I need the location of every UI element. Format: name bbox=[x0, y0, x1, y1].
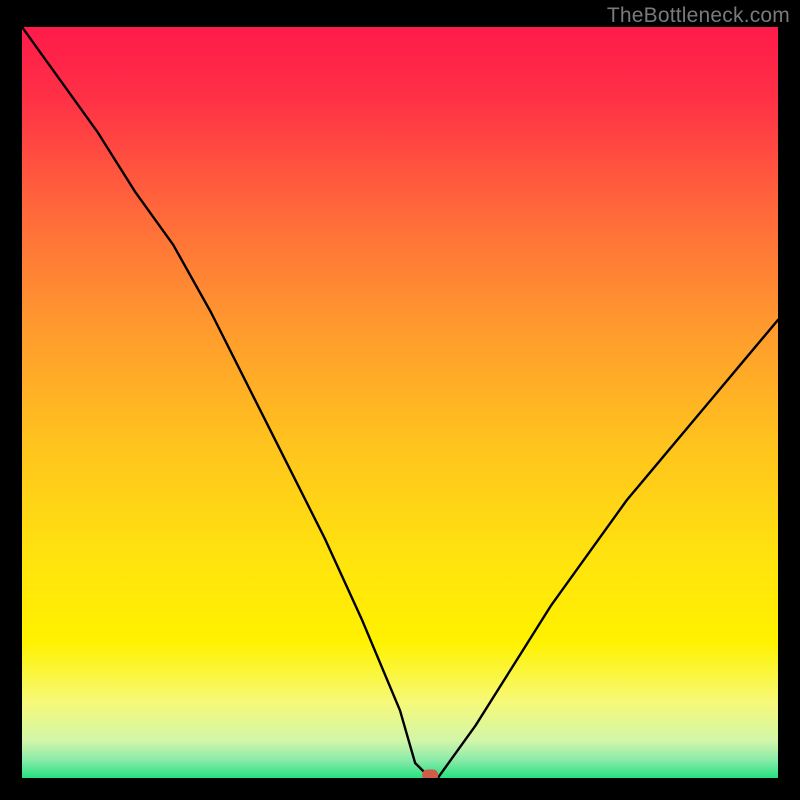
plot-area bbox=[22, 27, 778, 778]
optimum-marker bbox=[422, 770, 438, 779]
watermark-text: TheBottleneck.com bbox=[607, 4, 790, 28]
chart-container: TheBottleneck.com bbox=[0, 0, 800, 800]
gradient-background bbox=[22, 27, 778, 778]
chart-svg bbox=[22, 27, 778, 778]
